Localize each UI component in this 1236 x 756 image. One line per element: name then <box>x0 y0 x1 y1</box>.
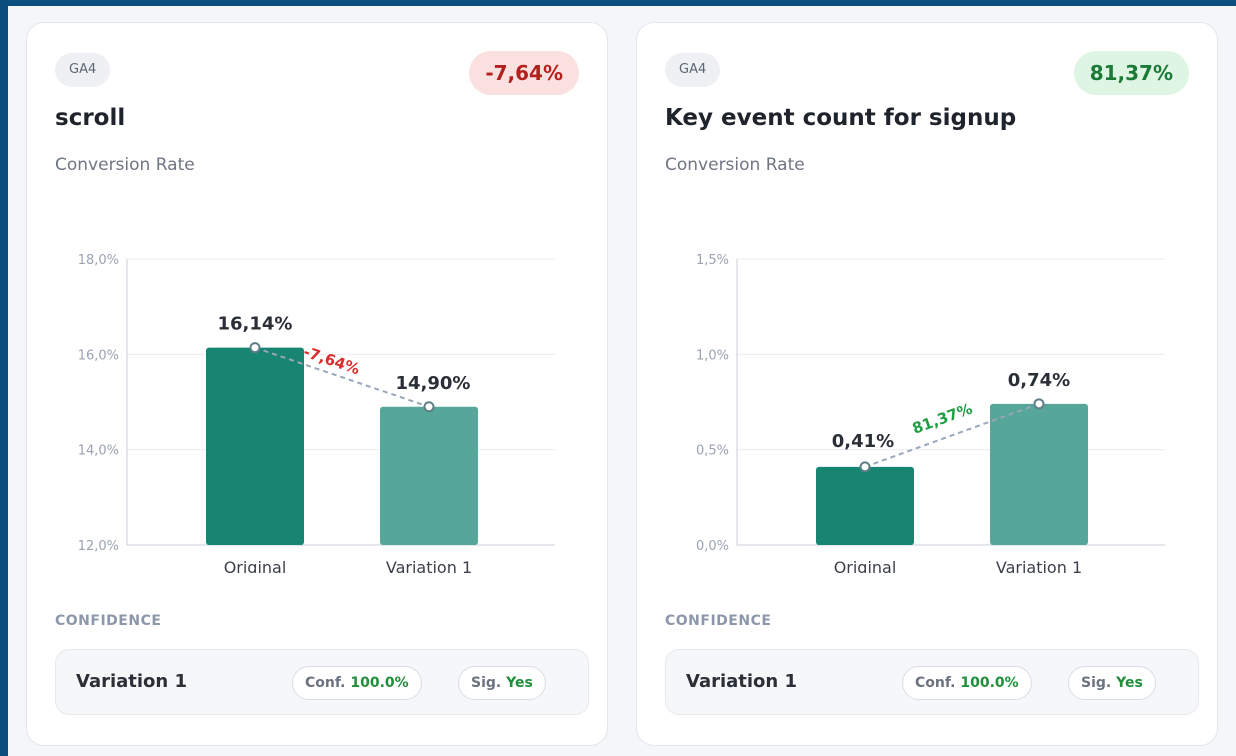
confidence-row: Variation 1 Conf. 100.0% Sig. Yes <box>55 649 589 715</box>
x-tick-label: Variation 1 <box>386 558 472 573</box>
source-badge: GA4 <box>55 53 111 87</box>
significance-pill-value: Yes <box>1116 675 1143 691</box>
confidence-pill-label: Conf. <box>305 675 346 691</box>
y-tick-label: 12,0% <box>78 539 119 554</box>
metric-title: scroll <box>55 105 126 131</box>
metric-card-key-event-signup: GA4 81,37% Key event count for signup Co… <box>636 22 1218 746</box>
confidence-heading: CONFIDENCE <box>665 613 772 629</box>
confidence-row: Variation 1 Conf. 100.0% Sig. Yes <box>665 649 1199 715</box>
bar-chart: 0,0% 0,5% 1,0% 1,5% Original Variation 1 0,41%… <box>696 253 1165 573</box>
significance-pill: Sig. Yes <box>1068 666 1156 700</box>
data-label: 0,41% <box>832 431 894 452</box>
confidence-pill: Conf. 100.0% <box>902 666 1032 700</box>
y-tick-label: 16,0% <box>78 348 119 363</box>
y-tick-label: 1,0% <box>696 348 729 363</box>
x-tick-label: Original <box>834 558 897 573</box>
source-badge: GA4 <box>665 53 721 87</box>
metric-card-scroll: GA4 -7,64% scroll Conversion Rate 12,0% 1… <box>26 22 608 746</box>
confidence-pill-label: Conf. <box>915 675 956 691</box>
confidence-pill-value: 100.0% <box>960 675 1019 691</box>
y-tick-label: 1,5% <box>696 253 729 268</box>
data-label: 0,74% <box>1008 370 1070 391</box>
y-tick-label: 18,0% <box>78 253 119 268</box>
bar <box>990 403 1088 545</box>
dashboard-panel: GA4 -7,64% scroll Conversion Rate 12,0% 1… <box>8 6 1236 756</box>
confidence-variation-label: Variation 1 <box>686 671 798 692</box>
change-badge: 81,37% <box>1073 51 1189 95</box>
data-label: 16,14% <box>218 314 293 335</box>
significance-pill-value: Yes <box>506 675 533 691</box>
confidence-heading: CONFIDENCE <box>55 613 162 629</box>
bar-top-point <box>859 461 871 473</box>
bar <box>206 347 304 545</box>
metric-subtitle: Conversion Rate <box>665 155 805 175</box>
y-tick-label: 0,5% <box>696 444 729 459</box>
confidence-variation-label: Variation 1 <box>76 671 188 692</box>
x-tick-label: Original <box>224 558 287 573</box>
change-badge: -7,64% <box>469 51 579 95</box>
confidence-pill-value: 100.0% <box>350 675 409 691</box>
significance-pill-label: Sig. <box>471 675 502 691</box>
x-tick-label: Variation 1 <box>996 558 1082 573</box>
change-annotation: 81,37% <box>910 400 975 438</box>
metric-title: Key event count for signup <box>665 105 1017 131</box>
data-label: 14,90% <box>396 373 471 394</box>
bar-top-point <box>1033 398 1045 410</box>
bar-chart: 12,0% 14,0% 16,0% 18,0% Original Variation 1 1… <box>78 253 555 573</box>
bar-top-point <box>423 401 435 413</box>
y-tick-label: 14,0% <box>78 444 119 459</box>
bar-top-point <box>249 342 261 354</box>
significance-pill-label: Sig. <box>1081 675 1112 691</box>
change-annotation: -7,64% <box>301 343 362 379</box>
metric-subtitle: Conversion Rate <box>55 155 195 175</box>
bar <box>816 466 914 545</box>
significance-pill: Sig. Yes <box>458 666 546 700</box>
y-tick-label: 0,0% <box>696 539 729 554</box>
bar <box>380 406 478 545</box>
confidence-pill: Conf. 100.0% <box>292 666 422 700</box>
